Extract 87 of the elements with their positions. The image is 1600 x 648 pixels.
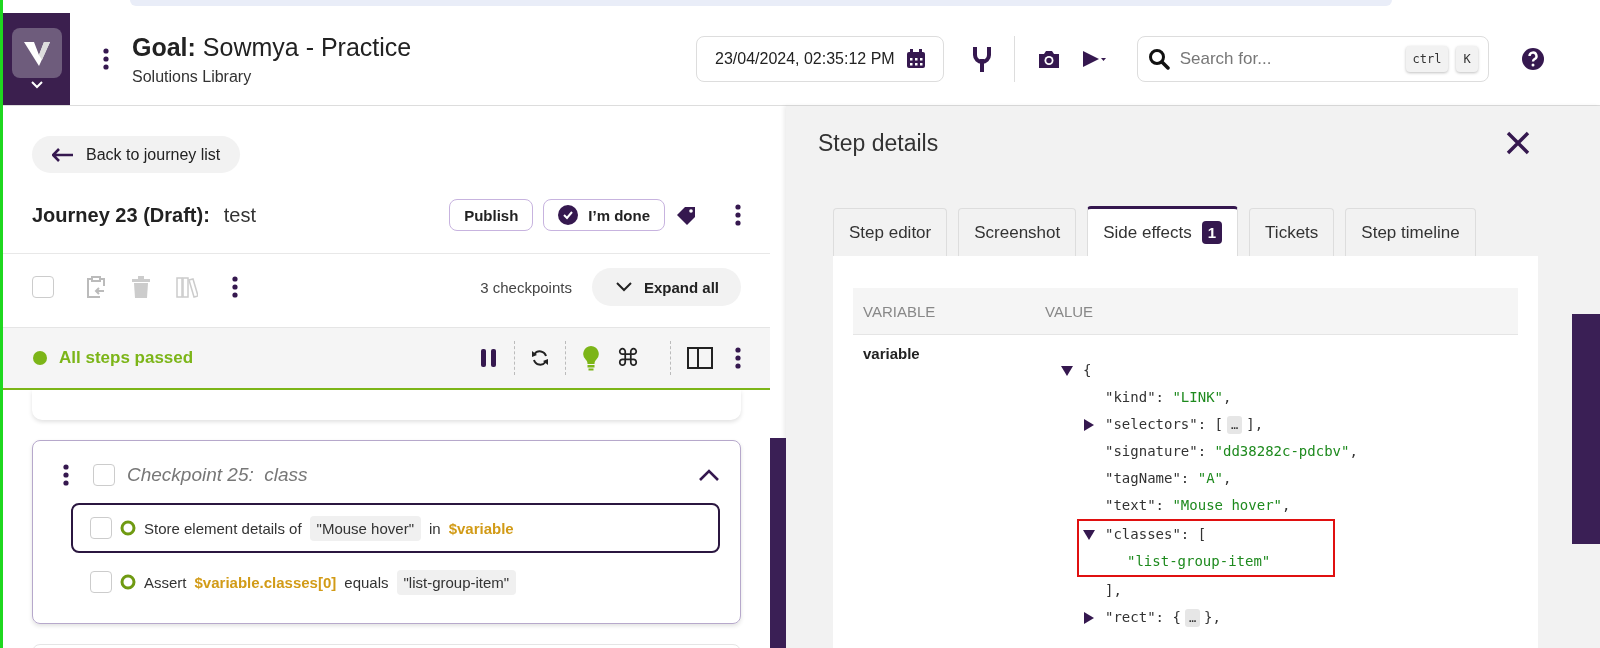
publish-button[interactable]: Publish — [449, 199, 534, 231]
shortcut-key: ctrl — [1405, 46, 1449, 72]
tab[interactable]: Tickets — [1249, 208, 1335, 256]
search-field[interactable]: Search for... ctrl K — [1136, 36, 1489, 82]
json-line: "classes": [ — [1105, 525, 1207, 544]
column-header: VALUE — [1035, 288, 1518, 335]
shortcut-key: K — [1456, 46, 1478, 72]
json-line: "kind": "LINK", — [1105, 388, 1232, 407]
tab[interactable]: Step timeline — [1345, 208, 1476, 256]
caret-right-icon[interactable] — [1083, 418, 1095, 431]
tab[interactable]: Screenshot — [958, 208, 1077, 256]
caret-down-icon[interactable] — [1061, 364, 1073, 377]
kebab-menu-icon[interactable] — [63, 464, 69, 486]
check-circle-icon — [558, 205, 579, 225]
step-checkbox[interactable] — [90, 571, 112, 593]
journey-title-label: Journey 23 (Draft): — [32, 203, 210, 227]
variable-name: $variable.classes[0] — [194, 573, 337, 591]
caret-down-icon[interactable] — [1083, 528, 1095, 541]
scrollbar-thumb[interactable] — [770, 438, 786, 648]
step-status-icon — [120, 520, 136, 536]
datetime-field[interactable]: 23/04/2024, 02:35:12 PM — [696, 36, 944, 82]
step-status-icon — [120, 574, 136, 590]
kebab-menu-icon[interactable] — [232, 276, 238, 298]
kebab-menu-icon[interactable] — [103, 48, 109, 70]
help-icon[interactable] — [1520, 47, 1545, 71]
collapsed-chip[interactable]: … — [1227, 415, 1243, 434]
json-line: "selectors": [ — [1105, 415, 1223, 434]
clipboard-icon[interactable] — [86, 276, 106, 298]
variable-name: variable — [863, 345, 920, 362]
search-icon — [1147, 48, 1170, 70]
code-value: "list-group-item" — [396, 569, 517, 595]
scrollbar-thumb[interactable] — [1572, 314, 1600, 544]
logo-icon[interactable] — [11, 28, 62, 78]
json-line: }, — [1204, 608, 1221, 627]
step-checkbox[interactable] — [90, 517, 112, 539]
search-input[interactable]: Search for... — [1177, 48, 1398, 70]
code-value: "Mouse hover" — [309, 515, 421, 541]
collapsed-chip[interactable]: … — [1184, 608, 1201, 627]
pause-icon[interactable] — [480, 348, 498, 368]
tab[interactable]: Step editor — [833, 208, 948, 256]
back-button[interactable]: Back to journey list — [32, 136, 241, 173]
camera-icon[interactable] — [1036, 49, 1061, 69]
kebab-menu-icon[interactable] — [735, 204, 741, 226]
done-button[interactable]: I’m done — [543, 199, 665, 231]
project-subtitle: Solutions Library — [132, 67, 253, 86]
variable-name: $variable — [448, 519, 514, 537]
select-all-checkbox[interactable] — [32, 276, 54, 298]
json-line: "rect": { — [1105, 608, 1181, 627]
split-view-icon[interactable] — [687, 347, 713, 369]
fork-icon[interactable] — [971, 45, 992, 73]
json-line: "list-group-item" — [1127, 552, 1271, 571]
checkpoint-title: Checkpoint 25: class — [127, 464, 308, 486]
tab[interactable]: Side effects 1 — [1087, 206, 1239, 256]
kebab-menu-icon[interactable] — [735, 347, 741, 369]
arrow-left-icon — [52, 147, 74, 162]
calendar-icon — [904, 48, 927, 70]
count-badge: 1 — [1201, 221, 1223, 244]
json-line: ], — [1246, 415, 1264, 434]
status-dot-icon — [33, 351, 47, 365]
checkpoint-count: 3 checkpoints — [480, 278, 572, 296]
play-dropdown-icon[interactable] — [1080, 49, 1107, 69]
goal-title: Goal: Sowmya - Practice — [132, 32, 413, 62]
step-text: Store element details of — [144, 519, 302, 537]
expand-all-button[interactable]: Expand all — [591, 268, 741, 306]
caret-right-icon[interactable] — [1083, 611, 1095, 624]
json-line: "signature": "dd38282c-pdcbv", — [1105, 442, 1358, 461]
journey-name: test — [223, 203, 257, 227]
panel-title: Step details — [818, 129, 940, 157]
status-text: All steps passed — [59, 348, 194, 368]
step-row[interactable]: Store element details of "Mouse hover" in $variable — [71, 503, 720, 553]
close-icon[interactable] — [1506, 131, 1530, 155]
chevron-up-icon[interactable] — [698, 467, 720, 483]
step-text: Assert — [144, 573, 187, 591]
json-line: ], — [1105, 581, 1122, 600]
tag-icon[interactable] — [675, 205, 697, 225]
column-header: VARIABLE — [853, 288, 1035, 335]
step-row[interactable]: Assert $variable.classes[0] equals "list-group-item" — [71, 557, 720, 607]
json-line: "text": "Mouse hover", — [1105, 496, 1291, 515]
json-line: { — [1083, 361, 1092, 380]
step-text: in — [428, 519, 441, 537]
refresh-icon[interactable] — [531, 349, 549, 367]
step-text: equals — [344, 573, 389, 591]
chevron-down-icon[interactable] — [29, 80, 44, 90]
chevron-down-icon — [615, 282, 632, 292]
json-line: "tagName": "A", — [1105, 469, 1232, 488]
command-key-button[interactable]: ⌘ — [616, 344, 640, 372]
checkpoint-checkbox[interactable] — [93, 464, 115, 486]
